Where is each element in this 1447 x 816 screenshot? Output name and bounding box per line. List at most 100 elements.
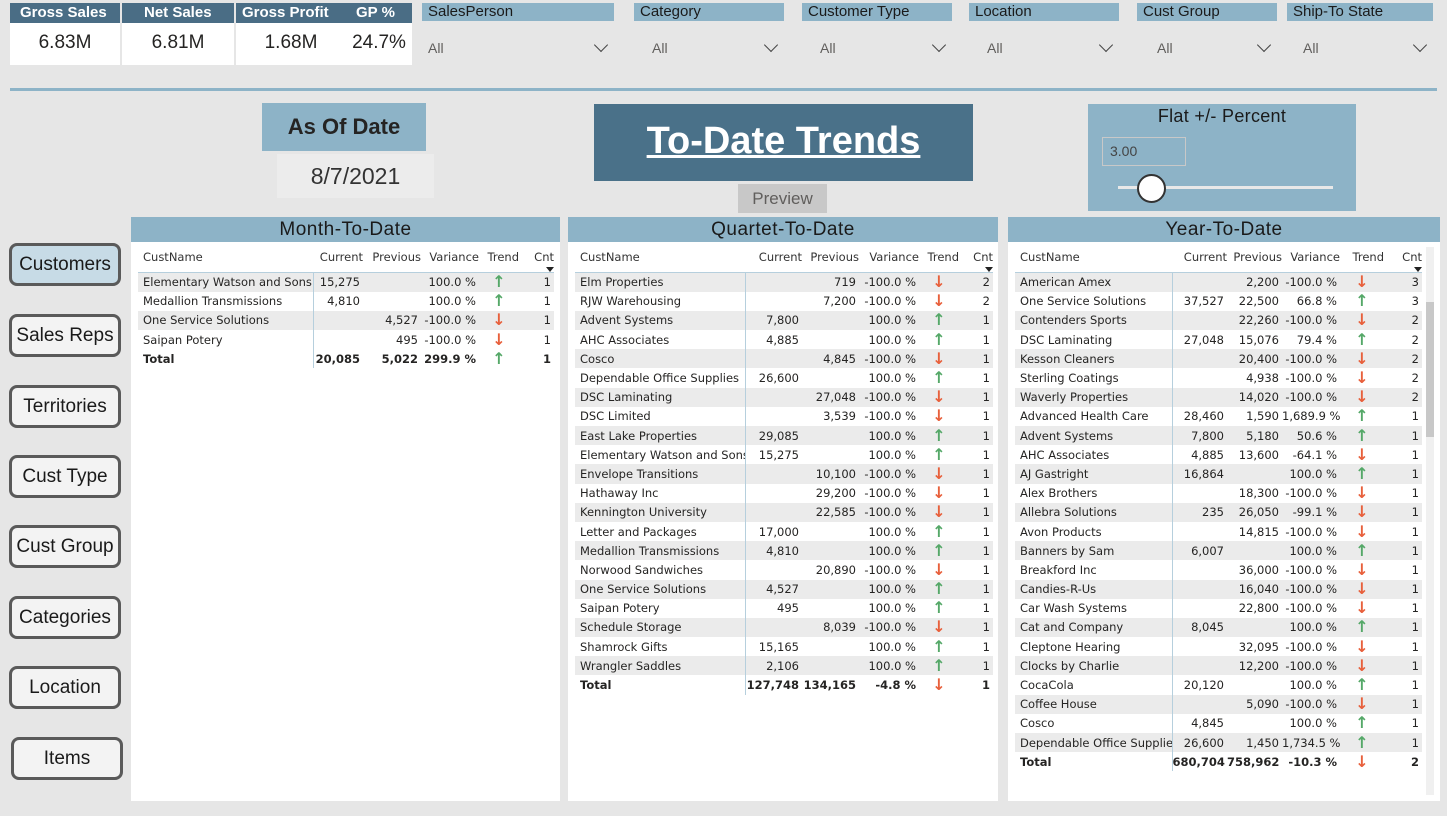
col-header[interactable]: Cnt — [519, 242, 554, 273]
col-header[interactable]: Variance — [859, 242, 919, 273]
location-dropdown[interactable]: All — [969, 36, 1119, 60]
col-header[interactable]: Cnt — [1384, 242, 1422, 273]
nav-categories-button[interactable]: Categories — [9, 596, 121, 639]
table-row[interactable]: Envelope Transitions 10,100 -100.0 % ↓ 1 — [575, 464, 993, 484]
table-row[interactable]: One Service Solutions 4,527 -100.0 % ↓ 1 — [138, 310, 554, 331]
table-row[interactable]: RJW Warehousing 7,200 -100.0 % ↓ 2 — [575, 291, 993, 311]
col-header[interactable]: Previous — [363, 242, 421, 273]
table-row[interactable]: Norwood Sandwiches 20,890 -100.0 % ↓ 1 — [575, 560, 993, 580]
col-header[interactable]: Variance — [1282, 242, 1340, 273]
table-row[interactable]: AHC Associates 4,885 100.0 % ↑ 1 — [575, 330, 993, 350]
total-row[interactable]: Total 20,085 5,022 299.9 % ↑ 1 — [138, 349, 554, 369]
nav-location-button[interactable]: Location — [9, 666, 121, 709]
cust-name-cell: Dependable Office Supplies — [575, 368, 746, 388]
table-row[interactable]: Cosco 4,845 -100.0 % ↓ 1 — [575, 349, 993, 369]
table-row[interactable]: Elementary Watson and Sons 15,275 100.0 % ↑… — [138, 272, 554, 292]
table-row[interactable]: Cosco 4,845 100.0 % ↑ 1 — [1015, 713, 1422, 733]
table-row[interactable]: Kesson Cleaners 20,400 -100.0 % ↓ 2 — [1015, 349, 1422, 369]
table-row[interactable]: Clocks by Charlie 12,200 -100.0 % ↓ 1 — [1015, 656, 1422, 676]
table-row[interactable]: Kennington University 22,585 -100.0 % ↓ 1 — [575, 502, 993, 522]
previous-cell: 4,845 — [802, 349, 859, 369]
col-header[interactable]: Previous — [802, 242, 859, 273]
col-header[interactable]: Trend — [919, 242, 959, 273]
cnt-cell: 1 — [959, 598, 993, 618]
trend-cell: ↑ — [919, 521, 959, 542]
table-row[interactable]: CocaCola 20,120 100.0 % ↑ 1 — [1015, 675, 1422, 695]
table-row[interactable]: Wrangler Saddles 2,106 100.0 % ↑ 1 — [575, 656, 993, 676]
nav-territories-button[interactable]: Territories — [9, 385, 121, 428]
ship-to-state-dropdown[interactable]: All — [1287, 36, 1433, 60]
table-row[interactable]: Waverly Properties 14,020 -100.0 % ↓ 2 — [1015, 387, 1422, 407]
ytd-scrollbar[interactable] — [1426, 247, 1434, 795]
total-row[interactable]: Total 680,704 758,962 -10.3 % ↓ 2 — [1015, 752, 1422, 772]
table-row[interactable]: Contenders Sports 22,260 -100.0 % ↓ 2 — [1015, 310, 1422, 331]
table-row[interactable]: AJ Gastright 16,864 100.0 % ↑ 1 — [1015, 464, 1422, 484]
col-header[interactable]: CustName — [138, 242, 313, 273]
col-header[interactable]: CustName — [575, 242, 745, 273]
table-row[interactable]: American Amex 2,200 -100.0 % ↓ 3 — [1015, 272, 1422, 292]
table-row[interactable]: Letter and Packages 17,000 100.0 % ↑ 1 — [575, 521, 993, 542]
table-row[interactable]: Schedule Storage 8,039 -100.0 % ↓ 1 — [575, 617, 993, 638]
table-row[interactable]: Sterling Coatings 4,938 -100.0 % ↓ 2 — [1015, 368, 1422, 388]
table-row[interactable]: DSC Laminating 27,048 15,076 79.4 % ↑ 2 — [1015, 330, 1422, 350]
table-row[interactable]: One Service Solutions 37,527 22,500 66.8 % ↑… — [1015, 291, 1422, 311]
col-header[interactable]: Cnt — [959, 242, 993, 273]
category-dropdown[interactable]: All — [634, 36, 784, 60]
col-header[interactable]: CustName — [1015, 242, 1172, 273]
table-row[interactable]: Alex Brothers 18,300 -100.0 % ↓ 1 — [1015, 483, 1422, 503]
cust-group-dropdown[interactable]: All — [1137, 36, 1277, 60]
preview-button[interactable]: Preview — [738, 184, 827, 213]
table-row[interactable]: Car Wash Systems 22,800 -100.0 % ↓ 1 — [1015, 598, 1422, 618]
table-row[interactable]: Avon Products 14,815 -100.0 % ↓ 1 — [1015, 521, 1422, 542]
trend-cell: ↑ — [919, 637, 959, 657]
customer-type-dropdown[interactable]: All — [802, 36, 952, 60]
nav-sales-reps-button[interactable]: Sales Reps — [9, 314, 121, 357]
table-row[interactable]: Hathaway Inc 29,200 -100.0 % ↓ 1 — [575, 483, 993, 503]
cust-name-cell: One Service Solutions — [575, 579, 746, 599]
col-header[interactable]: Variance — [421, 242, 479, 273]
table-row[interactable]: Dependable Office Supplies 26,600 1,450 1,7… — [1015, 733, 1422, 753]
table-row[interactable]: Cleptone Hearing 32,095 -100.0 % ↓ 1 — [1015, 637, 1422, 657]
table-row[interactable]: Medallion Transmissions 4,810 100.0 % ↑ 1 — [138, 291, 554, 311]
col-header[interactable]: Trend — [1340, 242, 1384, 273]
table-row[interactable]: Candies-R-Us 16,040 -100.0 % ↓ 1 — [1015, 579, 1422, 599]
table-row[interactable]: DSC Laminating 27,048 -100.0 % ↓ 1 — [575, 387, 993, 407]
table-row[interactable]: Advent Systems 7,800 5,180 50.6 % ↑ 1 — [1015, 426, 1422, 446]
table-row[interactable]: Breakford Inc 36,000 -100.0 % ↓ 1 — [1015, 560, 1422, 580]
table-row[interactable]: Banners by Sam 6,007 100.0 % ↑ 1 — [1015, 541, 1422, 561]
flat-percent-input[interactable]: 3.00 — [1102, 137, 1186, 166]
nav-cust-type-button[interactable]: Cust Type — [9, 455, 121, 498]
previous-cell — [1227, 541, 1282, 561]
table-row[interactable]: One Service Solutions 4,527 100.0 % ↑ 1 — [575, 579, 993, 599]
table-row[interactable]: Advent Systems 7,800 100.0 % ↑ 1 — [575, 310, 993, 331]
table-row[interactable]: Saipan Potery 495 100.0 % ↑ 1 — [575, 598, 993, 618]
table-row[interactable]: Allebra Solutions 235 26,050 -99.1 % ↓ 1 — [1015, 502, 1422, 522]
nav-customers-button[interactable]: Customers — [9, 243, 121, 286]
cnt-cell: 2 — [1384, 349, 1422, 369]
col-header[interactable]: Trend — [479, 242, 519, 273]
table-row[interactable]: Cat and Company 8,045 100.0 % ↑ 1 — [1015, 617, 1422, 638]
table-row[interactable]: Elm Properties 719 -100.0 % ↓ 2 — [575, 272, 993, 292]
col-header[interactable]: Current — [313, 242, 363, 273]
col-header[interactable]: Current — [745, 242, 802, 273]
col-header[interactable]: Previous — [1227, 242, 1282, 273]
table-row[interactable]: Shamrock Gifts 15,165 100.0 % ↑ 1 — [575, 637, 993, 657]
table-row[interactable]: DSC Limited 3,539 -100.0 % ↓ 1 — [575, 406, 993, 426]
table-row[interactable]: Coffee House 5,090 -100.0 % ↓ 1 — [1015, 694, 1422, 714]
nav-items-button[interactable]: Items — [11, 737, 123, 780]
table-row[interactable]: AHC Associates 4,885 13,600 -64.1 % ↓ 1 — [1015, 445, 1422, 465]
total-row[interactable]: Total 127,748 134,165 -4.8 % ↓ 1 — [575, 675, 993, 695]
table-row[interactable]: Advanced Health Care 28,460 1,590 1,689.9 %… — [1015, 406, 1422, 426]
nav-cust-group-button[interactable]: Cust Group — [9, 525, 121, 568]
col-header[interactable]: Current — [1172, 242, 1227, 273]
table-row[interactable]: Medallion Transmissions 4,810 100.0 % ↑ 1 — [575, 541, 993, 561]
ytd-scrollbar-thumb[interactable] — [1426, 302, 1434, 437]
table-row[interactable]: Dependable Office Supplies 26,600 100.0 % ↑… — [575, 368, 993, 388]
table-row[interactable]: East Lake Properties 29,085 100.0 % ↑ 1 — [575, 426, 993, 446]
table-row[interactable]: Saipan Potery 495 -100.0 % ↓ 1 — [138, 330, 554, 350]
slider-handle[interactable] — [1137, 174, 1166, 203]
table-row[interactable]: Elementary Watson and Sons 15,275 100.0 % ↑… — [575, 445, 993, 465]
sort-desc-icon — [546, 267, 554, 272]
salesperson-dropdown[interactable]: All — [422, 36, 614, 60]
trend-cell: ↓ — [919, 502, 959, 522]
